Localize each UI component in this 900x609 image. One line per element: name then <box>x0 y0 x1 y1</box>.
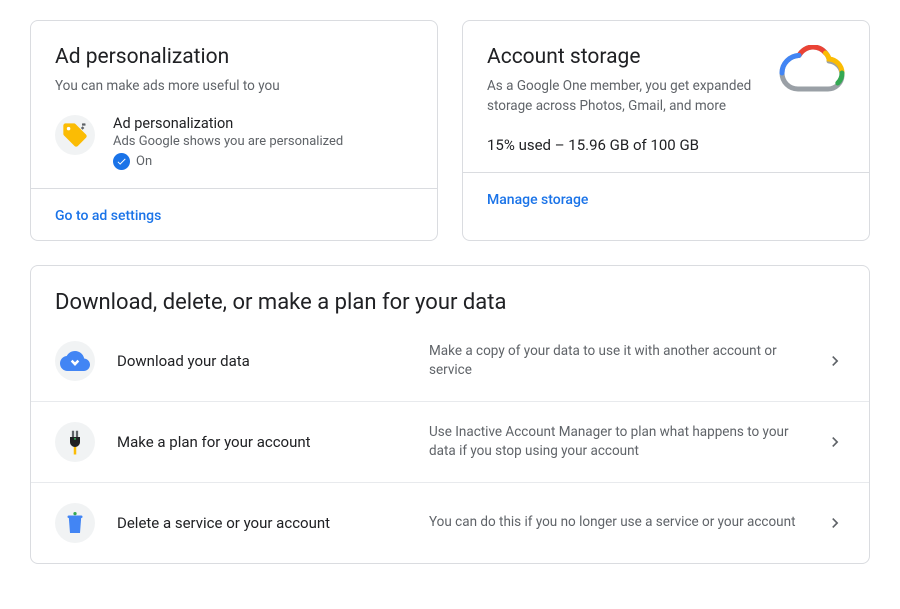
ad-card-title: Ad personalization <box>55 45 413 69</box>
ad-item-state: On <box>113 153 343 170</box>
ad-item-desc: Ads Google shows you are personalized <box>113 134 343 149</box>
plug-icon <box>55 422 95 462</box>
make-plan-desc: Use Inactive Account Manager to plan wha… <box>429 423 803 461</box>
manage-storage-link[interactable]: Manage storage <box>487 192 588 208</box>
ad-card-subtitle: You can make ads more useful to you <box>55 77 413 97</box>
download-cloud-icon <box>55 341 95 381</box>
download-data-desc: Make a copy of your data to use it with … <box>429 342 803 380</box>
data-section-title: Download, delete, or make a plan for you… <box>31 266 869 321</box>
download-your-data-row[interactable]: Download your data Make a copy of your d… <box>31 321 869 401</box>
google-one-cloud-icon <box>775 45 845 97</box>
chevron-right-icon <box>825 432 845 452</box>
check-icon <box>113 153 130 170</box>
chevron-right-icon <box>825 351 845 371</box>
delete-service-label: Delete a service or your account <box>117 514 407 532</box>
make-a-plan-row[interactable]: Make a plan for your account Use Inactiv… <box>31 401 869 482</box>
make-plan-label: Make a plan for your account <box>117 433 407 451</box>
chevron-right-icon <box>825 513 845 533</box>
storage-title: Account storage <box>487 45 759 69</box>
account-storage-card: Account storage As a Google One member, … <box>462 20 870 241</box>
trash-icon <box>55 503 95 543</box>
storage-subtitle: As a Google One member, you get expanded… <box>487 77 759 116</box>
ad-item-label: Ad personalization <box>113 115 343 132</box>
ad-state-text: On <box>136 154 152 169</box>
delete-service-row[interactable]: Delete a service or your account You can… <box>31 482 869 563</box>
storage-usage-text: 15% used – 15.96 GB of 100 GB <box>487 136 845 154</box>
delete-service-desc: You can do this if you no longer use a s… <box>429 513 803 532</box>
go-to-ad-settings-link[interactable]: Go to ad settings <box>55 208 161 224</box>
ad-personalization-card: Ad personalization You can make ads more… <box>30 20 438 241</box>
ad-tag-icon <box>55 115 95 155</box>
ad-status-item: Ad personalization Ads Google shows you … <box>55 115 413 170</box>
download-data-label: Download your data <box>117 352 407 370</box>
data-management-card: Download, delete, or make a plan for you… <box>30 265 870 564</box>
